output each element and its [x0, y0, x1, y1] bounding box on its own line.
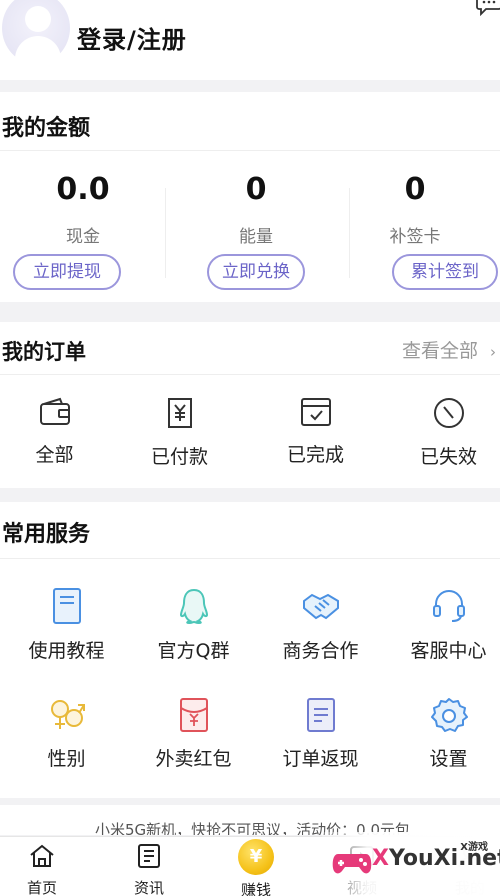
expired-clock-icon: [433, 398, 464, 428]
supplement-card-value: 0: [404, 172, 426, 207]
service-gender[interactable]: 性别: [4, 696, 129, 771]
money-row: 0.0 现金 立即提现 0 能量 立即兑换 0 补签卡 累计签到: [0, 150, 500, 302]
service-order-cashback[interactable]: 订单返现: [258, 696, 383, 771]
withdraw-button[interactable]: 立即提现: [13, 254, 121, 290]
service-red-envelope[interactable]: 外卖红包: [131, 696, 256, 771]
wallet-icon: [39, 397, 70, 425]
tab-home[interactable]: 首页: [2, 843, 82, 896]
promo-ticker[interactable]: 小米5G新机，快抢不可思议，活动价：0.0元包: [0, 805, 500, 835]
handshake-icon: [302, 593, 339, 620]
energy-value: 0: [245, 172, 267, 207]
cumulative-checkin-button[interactable]: 累计签到: [392, 254, 498, 290]
cash-value: 0.0: [56, 172, 110, 207]
customer-center-label: 客服中心: [410, 640, 487, 662]
money-card: 我的金额 0.0 现金 立即提现 0 能量 立即兑换 0 补签卡 累计签到: [0, 92, 500, 302]
order-all-label: 全部: [35, 444, 74, 466]
qq-group-icon: [179, 588, 208, 625]
tab-earn-label: 赚钱: [240, 881, 271, 896]
orders-card: 我的订单 查看全部 › 全部 已付款 已完成 已失效: [0, 322, 500, 488]
supplement-card-label: 补签卡: [389, 227, 441, 247]
tab-news-label: 资讯: [133, 879, 164, 896]
order-paid-label: 已付款: [150, 446, 208, 468]
avatar-body: [15, 36, 61, 64]
tab-news[interactable]: 资讯: [109, 843, 189, 896]
order-all[interactable]: 全部: [0, 396, 117, 467]
watermark-logo: X游戏 XYouXi.net: [322, 832, 500, 896]
see-all-orders-link[interactable]: 查看全部 ›: [402, 336, 496, 363]
watermark-brand: XYouXi.net: [372, 846, 500, 871]
service-business[interactable]: 商务合作: [258, 586, 383, 663]
divider: [0, 558, 500, 559]
gamepad-logo-icon: [332, 854, 372, 874]
chevron-right-icon: ›: [490, 343, 496, 361]
cash-label: 现金: [66, 227, 100, 247]
chat-bubble-icon[interactable]: [476, 0, 500, 16]
see-all-label: 查看全部: [401, 340, 478, 362]
orders-section-title: 我的订单: [2, 340, 86, 364]
order-cashback-label: 订单返现: [282, 748, 359, 770]
gender-label: 性别: [47, 748, 86, 770]
order-paid[interactable]: 已付款: [117, 396, 242, 469]
red-envelope-icon: [179, 698, 208, 732]
order-completed-label: 已完成: [286, 444, 344, 466]
tutorial-book-icon: [52, 588, 81, 624]
tab-home-label: 首页: [26, 879, 57, 896]
avatar[interactable]: [2, 0, 70, 64]
service-customer-center[interactable]: 客服中心: [386, 586, 500, 663]
order-cashback-icon: [306, 698, 335, 732]
services-card: 常用服务 使用教程 官方Q群 商务合作 客服中心 性别 外卖红包 订单返现 设置: [0, 502, 500, 798]
service-qq-group[interactable]: 官方Q群: [131, 586, 256, 663]
gear-icon: [430, 698, 468, 732]
login-register-link[interactable]: 登录/注册: [77, 20, 187, 55]
watermark-brand-x: X: [372, 846, 389, 871]
business-label: 商务合作: [282, 640, 359, 662]
completed-icon: [300, 398, 331, 426]
exchange-button[interactable]: 立即兑换: [207, 254, 305, 290]
tutorial-label: 使用教程: [28, 640, 105, 662]
coin-icon: ¥: [238, 839, 274, 875]
service-tutorial[interactable]: 使用教程: [4, 586, 129, 663]
red-envelope-label: 外卖红包: [155, 748, 232, 770]
watermark-brand-rest: YouXi.net: [388, 846, 500, 871]
order-expired-label: 已失效: [419, 446, 477, 468]
home-icon: [30, 844, 54, 867]
tab-earn[interactable]: ¥ 赚钱: [216, 839, 296, 896]
divider: [165, 188, 166, 278]
order-completed[interactable]: 已完成: [253, 396, 378, 467]
energy-label: 能量: [239, 227, 273, 247]
headset-icon: [432, 590, 465, 622]
avatar-head: [25, 6, 51, 32]
order-expired[interactable]: 已失效: [386, 396, 500, 469]
money-section-title: 我的金额: [2, 116, 91, 141]
news-icon: [138, 844, 160, 868]
qq-group-label: 官方Q群: [157, 640, 230, 662]
settings-label: 设置: [429, 748, 468, 770]
gender-icon: [50, 700, 85, 729]
profile-header: 登录/注册: [0, 0, 500, 80]
divider: [0, 374, 500, 375]
services-section-title: 常用服务: [2, 522, 91, 547]
paid-receipt-icon: [167, 398, 192, 428]
service-settings[interactable]: 设置: [386, 696, 500, 771]
